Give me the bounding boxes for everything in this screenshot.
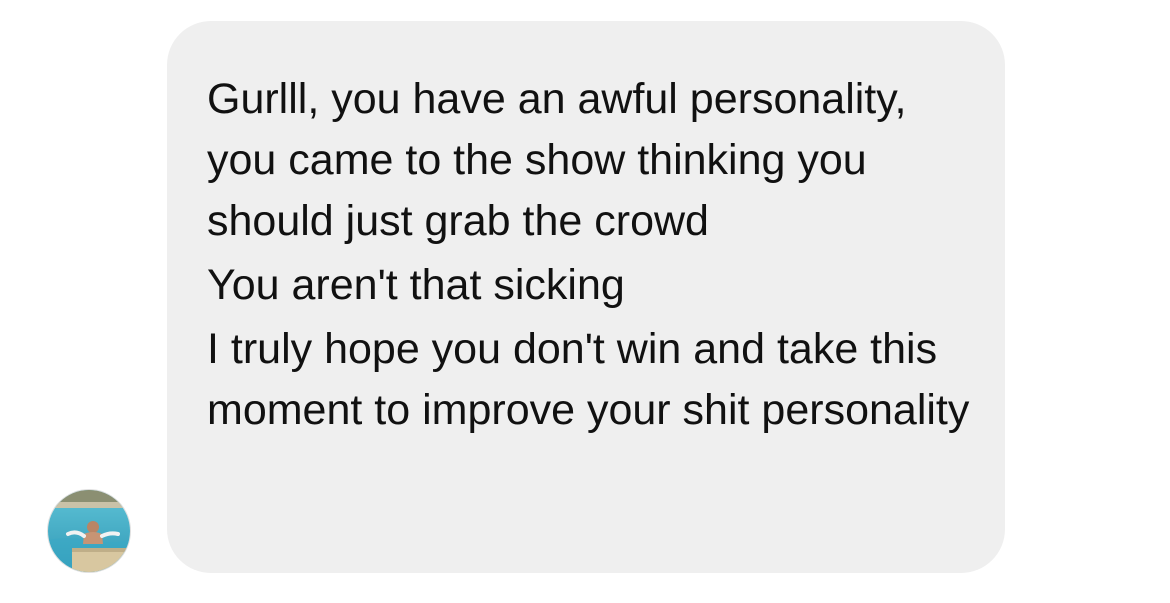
message-text-1: Gurlll, you have an awful personality, y… xyxy=(207,75,931,245)
message-bubble[interactable]: Gurlll, you have an awful personality, y… xyxy=(167,21,1005,573)
sender-avatar[interactable] xyxy=(48,490,130,572)
chat-thread: Gurlll, you have an awful personality, y… xyxy=(0,0,1170,603)
message-text-3: I truly hope you don't win and take this… xyxy=(207,325,970,434)
message-text-2: You aren't that sicking xyxy=(207,261,625,309)
avatar-photo-pool-icon xyxy=(48,490,130,572)
